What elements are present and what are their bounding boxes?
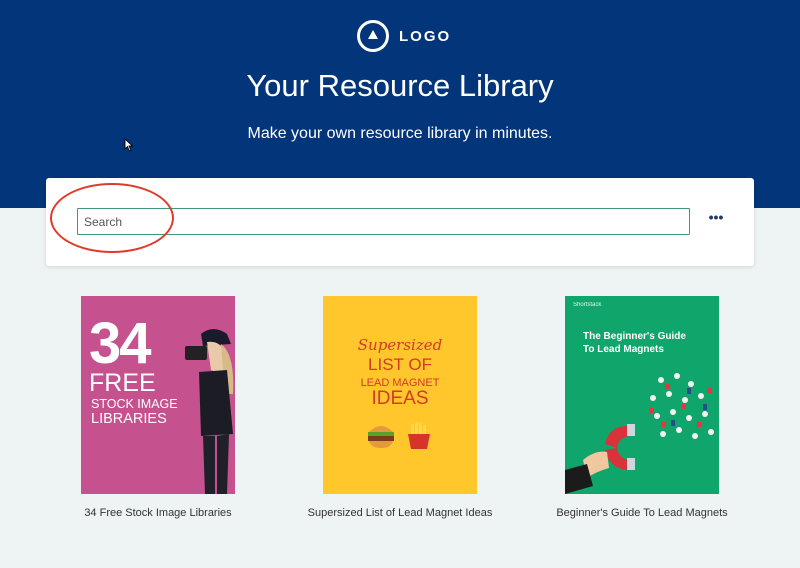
mouse-cursor-icon [124,138,134,152]
cover-text: LIBRARIES [91,411,167,427]
logo[interactable]: LOGO [357,20,451,52]
burger-fries-illustration [368,422,430,449]
photographer-illustration [185,329,234,494]
logo-text: LOGO [399,27,452,45]
logo-triangle-icon [357,20,389,52]
resource-cover-image[interactable]: Shortstack The Beginner's Guide To Lead … [565,296,719,494]
resource-title[interactable]: 34 Free Stock Image Libraries [38,507,278,519]
cover-text: FREE [89,369,156,397]
cover-text: 34 [89,311,151,376]
resource-cover-image[interactable]: 34 FREE STOCK IMAGE LIBRARIES [81,296,235,494]
cover-text: Supersized [357,336,443,354]
cover-text: STOCK IMAGE [91,397,178,411]
cover-text: LIST OF [368,355,432,374]
resource-card[interactable]: Supersized LIST OF LEAD MAGNET IDEAS Sup… [280,296,520,519]
cover-text: To Lead Magnets [583,344,664,355]
resource-card[interactable]: 34 FREE STOCK IMAGE LIBRARIES 34 Free St… [38,296,278,519]
page-subtitle: Make your own resource library in minute… [247,125,553,142]
more-options-icon[interactable]: ••• [706,210,726,230]
page-title: Your Resource Library [246,68,554,103]
resource-title[interactable]: Beginner's Guide To Lead Magnets [522,507,762,519]
hero-header: LOGO Your Resource Library Make your own… [0,0,800,208]
cover-text: IDEAS [371,388,429,409]
cover-text: The Beginner's Guide [583,331,686,342]
cover-text: Shortstack [573,302,602,308]
resource-card[interactable]: Shortstack The Beginner's Guide To Lead … [522,296,762,519]
highlight-annotation [50,183,174,253]
magnet-illustration [565,373,714,494]
resource-cover-image[interactable]: Supersized LIST OF LEAD MAGNET IDEAS [323,296,477,494]
resource-title[interactable]: Supersized List of Lead Magnet Ideas [280,507,520,519]
